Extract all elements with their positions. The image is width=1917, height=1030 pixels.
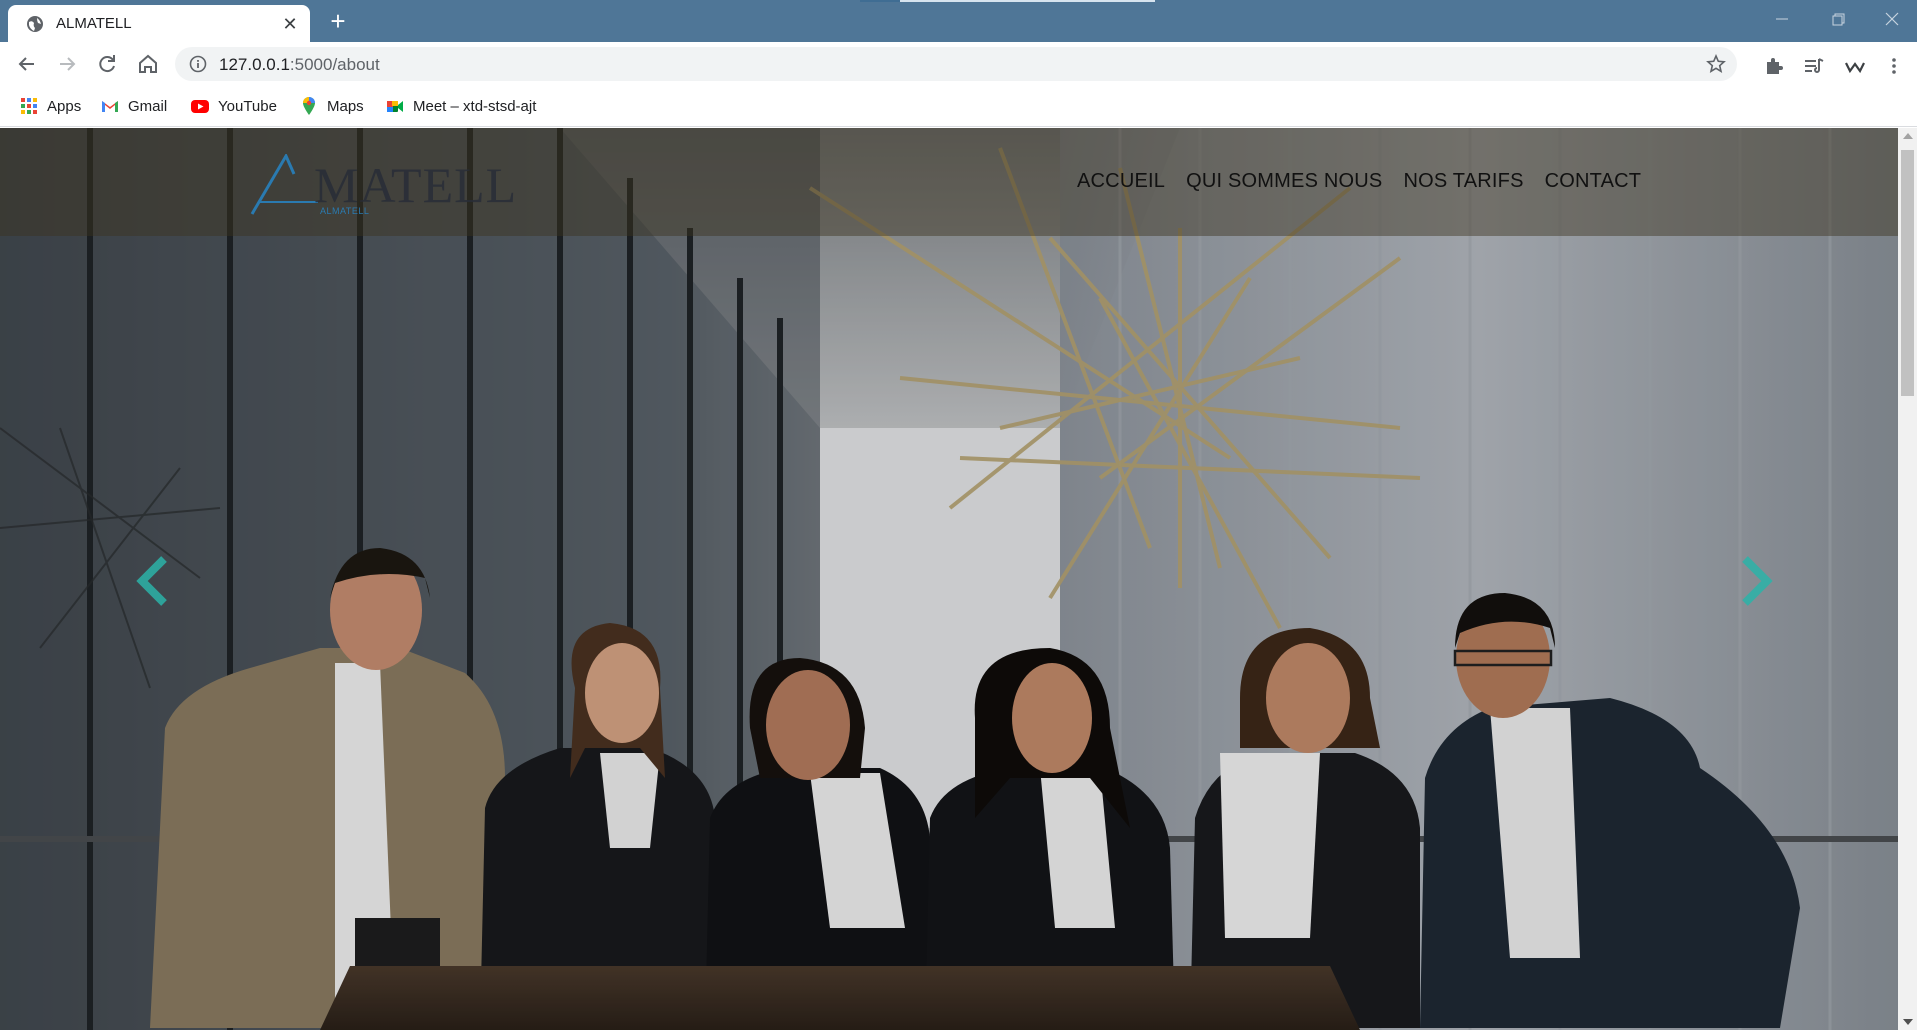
bookmark-maps[interactable]: Maps bbox=[299, 94, 364, 118]
forward-arrow-icon[interactable] bbox=[53, 50, 81, 78]
new-tab-button[interactable]: + bbox=[324, 8, 352, 36]
window-close-icon[interactable] bbox=[1877, 8, 1907, 30]
extensions-puzzle-icon[interactable] bbox=[1763, 55, 1785, 77]
site-logo[interactable]: MATELL ALMATELL bbox=[250, 144, 516, 224]
gmail-icon bbox=[102, 101, 118, 112]
reading-list-icon[interactable] bbox=[1803, 55, 1825, 77]
bookmark-meet[interactable]: Meet – xtd-stsd-ajt bbox=[385, 94, 536, 118]
bookmark-label: Maps bbox=[327, 97, 364, 115]
url-text[interactable]: 127.0.0.1:5000/about bbox=[219, 55, 380, 75]
bookmark-label: Meet – xtd-stsd-ajt bbox=[413, 97, 537, 115]
page-scrollbar[interactable] bbox=[1898, 128, 1917, 1030]
browser-toolbar: 127.0.0.1:5000/about bbox=[0, 42, 1917, 86]
reload-icon[interactable] bbox=[93, 50, 121, 78]
minimize-icon[interactable] bbox=[1767, 8, 1797, 30]
hero-carousel bbox=[0, 128, 1898, 1030]
logo-a-mark-icon bbox=[250, 154, 318, 215]
page-viewport: MATELL ALMATELL ACCUEIL QUI SOMMES NOUS … bbox=[0, 128, 1898, 1030]
apps-grid-icon bbox=[21, 98, 37, 114]
nav-qui-sommes-nous[interactable]: QUI SOMMES NOUS bbox=[1186, 170, 1382, 193]
scrollbar-thumb[interactable] bbox=[1901, 150, 1914, 396]
bookmarks-bar: Apps Gmail YouTube Maps Meet – xtd-stsd-… bbox=[0, 86, 1917, 127]
extension-w-icon[interactable] bbox=[1844, 55, 1866, 77]
bookmark-label: Apps bbox=[47, 97, 82, 115]
tab-strip: ALMATELL ✕ + bbox=[0, 0, 1917, 42]
meet-icon bbox=[387, 101, 403, 112]
back-arrow-icon[interactable] bbox=[13, 50, 41, 78]
restore-icon[interactable] bbox=[1823, 8, 1853, 30]
site-info-icon[interactable] bbox=[189, 55, 207, 73]
scroll-up-arrow-icon[interactable] bbox=[1903, 133, 1913, 139]
globe-icon bbox=[27, 16, 43, 32]
bookmark-star-icon[interactable] bbox=[1706, 54, 1726, 74]
bookmark-youtube[interactable]: YouTube bbox=[190, 94, 277, 118]
bookmark-gmail[interactable]: Gmail bbox=[100, 94, 167, 118]
carousel-prev-chevron-icon[interactable] bbox=[134, 553, 174, 609]
home-icon[interactable] bbox=[134, 50, 162, 78]
browser-menu-icon[interactable] bbox=[1883, 55, 1905, 77]
bookmark-label: Gmail bbox=[128, 97, 168, 115]
bookmark-label: YouTube bbox=[218, 97, 277, 115]
main-nav: ACCUEIL QUI SOMMES NOUS NOS TARIFS CONTA… bbox=[1077, 170, 1641, 193]
scroll-down-arrow-icon[interactable] bbox=[1903, 1019, 1913, 1025]
carousel-next-chevron-icon[interactable] bbox=[1735, 553, 1775, 609]
youtube-icon bbox=[191, 100, 209, 113]
tab-close-icon[interactable]: ✕ bbox=[280, 14, 300, 34]
team-photo bbox=[0, 128, 1898, 1030]
url-path: :5000/about bbox=[289, 55, 380, 74]
tab-strip-highlight bbox=[900, 0, 1155, 2]
site-header: MATELL ALMATELL ACCUEIL QUI SOMMES NOUS … bbox=[0, 128, 1898, 236]
url-host: 127.0.0.1 bbox=[219, 55, 290, 74]
maps-icon bbox=[303, 97, 315, 115]
tab-strip-highlight bbox=[860, 0, 900, 2]
nav-contact[interactable]: CONTACT bbox=[1545, 170, 1642, 193]
active-tab[interactable]: ALMATELL ✕ bbox=[8, 5, 310, 42]
address-bar[interactable]: 127.0.0.1:5000/about bbox=[175, 47, 1737, 81]
logo-tagline: ALMATELL bbox=[320, 206, 370, 216]
bookmark-apps[interactable]: Apps bbox=[19, 94, 81, 118]
nav-accueil[interactable]: ACCUEIL bbox=[1077, 170, 1165, 193]
nav-nos-tarifs[interactable]: NOS TARIFS bbox=[1403, 170, 1523, 193]
tab-title: ALMATELL bbox=[56, 15, 132, 32]
